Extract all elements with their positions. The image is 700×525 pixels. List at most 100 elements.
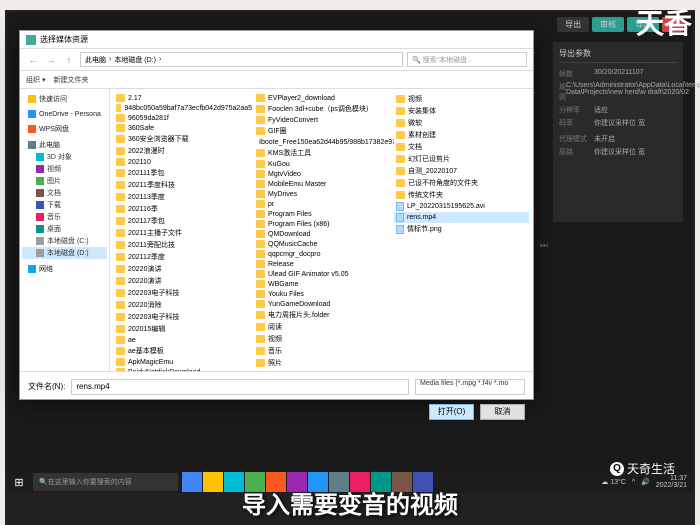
search-input[interactable]: 🔍 搜索"本地磁盘... [407,52,527,67]
file-item[interactable]: ApkMagicEmu [114,357,254,367]
file-item[interactable]: 948bc050a59baf7a73ecfb042d975a2aa5 [114,103,254,113]
file-item[interactable]: MgtvVideo [254,169,394,179]
file-item[interactable]: 20220演讲 [114,263,254,275]
file-item[interactable]: 情标节.png [394,223,529,235]
file-item[interactable]: 幻灯已设剪片 [394,153,529,165]
file-item[interactable]: Release [254,259,394,269]
breadcrumb[interactable]: 此电脑› 本地磁盘 (D:)› [80,52,403,67]
file-item[interactable]: FyVideoConvert [254,115,394,125]
file-item[interactable]: ae基本模板 [114,345,254,357]
folder-icon [116,347,125,355]
file-item[interactable]: GIF圈 [254,125,394,137]
file-item[interactable]: qqpcmgr_docpro [254,249,394,259]
file-item[interactable]: 微软 [394,117,529,129]
file-item[interactable]: 202117季包 [114,215,254,227]
sidebar-wps[interactable]: WPS网盘 [22,123,107,135]
file-item[interactable]: 20220消除 [114,299,254,311]
sidebar-ddrive[interactable]: 本地磁盘 (D:) [22,247,107,259]
organize-menu[interactable]: 组织 ▾ [26,75,45,85]
file-item[interactable]: Fooclen 3dl+cube（ps调色模块） [254,103,394,115]
folder-icon [116,253,125,261]
file-item[interactable]: 2.17 [114,93,254,103]
file-type-filter[interactable]: Media files (*.mpg *.f4v *.mo [415,379,525,395]
file-item[interactable]: Program Files [254,209,394,219]
sidebar-video[interactable]: 视频 [22,163,107,175]
file-item[interactable]: 202203电子科技 [114,287,254,299]
file-item[interactable]: 已设不符角度的文件夹 [394,177,529,189]
folder-icon [256,105,265,113]
file-item[interactable]: 自测_20220107 [394,165,529,177]
file-item[interactable]: 20211主播子文件 [114,227,254,239]
sidebar-documents[interactable]: 文档 [22,187,107,199]
file-item[interactable]: 文档 [394,141,529,153]
panel-row: 代理模式未开启 [559,134,677,144]
sidebar-music[interactable]: 音乐 [22,211,107,223]
file-item[interactable]: 系统 [254,369,394,371]
file-item[interactable]: 202015编辑 [114,323,254,335]
sidebar-desktop[interactable]: 桌面 [22,223,107,235]
sidebar-onedrive[interactable]: OneDrive - Persona [22,109,107,119]
sidebar-quick-access[interactable]: 快速访问 [22,93,107,105]
file-item[interactable]: EVPlayer2_download [254,93,394,103]
file-item[interactable]: MobileEmu Master [254,179,394,189]
file-item[interactable]: Ulead GIF Animator v5.05 [254,269,394,279]
file-item[interactable]: Youku Files [254,289,394,299]
file-item[interactable]: rens.mp4 [394,212,529,223]
file-item[interactable]: 202116季 [114,203,254,215]
file-item[interactable]: 安装集体 [394,105,529,117]
panel-row: 原路你建议采样位 宽 [559,147,677,157]
back-icon[interactable]: ← [26,53,40,67]
file-item[interactable]: 96059da281f [114,113,254,123]
disk-icon [36,237,44,245]
file-item[interactable]: 电力周报片头.folder [254,309,394,321]
up-icon[interactable]: ↑ [62,53,76,67]
file-item[interactable]: KuGou [254,159,394,169]
file-item[interactable]: 360安全浏览器下载 [114,133,254,145]
file-item[interactable]: QMDownload [254,229,394,239]
file-item[interactable]: 照片 [254,357,394,369]
file-item[interactable]: 20211季度科技 [114,179,254,191]
file-item[interactable]: WBGame [254,279,394,289]
file-item[interactable]: KMS激活工具 [254,147,394,159]
sidebar-pictures[interactable]: 图片 [22,175,107,187]
file-item[interactable]: ae [114,335,254,345]
file-item[interactable]: 传统文件夹 [394,189,529,201]
file-item[interactable]: BaiduNetdiskDownload [114,367,254,371]
file-item[interactable]: 360Safe [114,123,254,133]
file-item[interactable]: 20211旁配比技 [114,239,254,251]
file-item[interactable]: 202113季度 [114,191,254,203]
sidebar-thispc[interactable]: 此电脑 [22,139,107,151]
file-item[interactable]: 阅读 [254,321,394,333]
file-item[interactable]: 音乐 [254,345,394,357]
new-folder-button[interactable]: 新建文件夹 [53,75,88,85]
file-item[interactable]: 2022浪漫时 [114,145,254,157]
file-item[interactable]: MyDrives [254,189,394,199]
file-item[interactable]: Iboote_Free150ea62d44b95/988b17382e976_1… [254,137,394,147]
file-item[interactable]: 202111季包 [114,167,254,179]
file-item[interactable]: pr [254,199,394,209]
sidebar-network[interactable]: 网络 [22,263,107,275]
sidebar-downloads[interactable]: 下载 [22,199,107,211]
file-item[interactable]: 202110 [114,157,254,167]
filename-input[interactable] [71,379,409,395]
file-item[interactable]: 视频 [254,333,394,345]
open-button[interactable]: 打开(O) [429,404,474,420]
sidebar-3d[interactable]: 3D 对象 [22,151,107,163]
file-list[interactable]: 2.17948bc050a59baf7a73ecfb042d975a2aa596… [110,89,533,371]
sidebar-cdrive[interactable]: 本地磁盘 (C:) [22,235,107,247]
top-btn-2[interactable]: 审核 [592,17,624,32]
file-item[interactable]: 视频 [394,93,529,105]
forward-icon[interactable]: ⏭ [540,240,548,251]
file-item[interactable]: Program Files (x86) [254,219,394,229]
file-item[interactable]: 20220演讲 [114,275,254,287]
file-item[interactable]: 202112季度 [114,251,254,263]
forward-icon[interactable]: → [44,53,58,67]
folder-icon [256,260,265,268]
top-btn-1[interactable]: 导出 [557,17,589,32]
file-item[interactable]: YunGameDownload [254,299,394,309]
file-item[interactable]: 202203电子科技 [114,311,254,323]
file-item[interactable]: LP_20220315195625.avi [394,201,529,212]
cancel-button[interactable]: 取消 [480,404,525,420]
file-item[interactable]: 素材创建 [394,129,529,141]
file-item[interactable]: QQMusicCache [254,239,394,249]
